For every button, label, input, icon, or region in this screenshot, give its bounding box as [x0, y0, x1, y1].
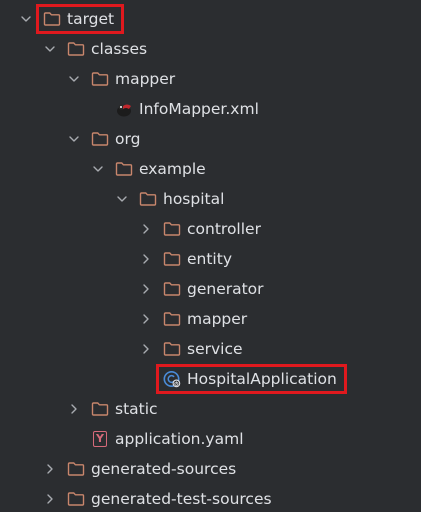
tree-row-example[interactable]: example: [0, 154, 421, 184]
tree-row-target[interactable]: target: [0, 4, 421, 34]
tree-label: mapper: [187, 310, 248, 328]
tree-row-mapper-dir[interactable]: mapper: [0, 64, 421, 94]
tree-row-application-yaml[interactable]: Yapplication.yaml: [0, 424, 421, 454]
tree-row-static[interactable]: static: [0, 394, 421, 424]
tree-label: service: [187, 340, 243, 358]
folder-icon: [139, 190, 157, 208]
tree-label: hospital: [163, 190, 225, 208]
tree-label: mapper: [115, 70, 176, 88]
folder-icon: [91, 400, 109, 418]
tree-label: generator: [187, 280, 264, 298]
chevron-right-icon[interactable]: [44, 493, 56, 505]
tree-label: application.yaml: [115, 430, 244, 448]
tree-label: static: [115, 400, 158, 418]
chevron-right-icon[interactable]: [140, 343, 152, 355]
tree-row-generated-sources[interactable]: generated-sources: [0, 454, 421, 484]
folder-icon: [163, 280, 181, 298]
chevron-down-icon[interactable]: [116, 193, 128, 205]
chevron-right-icon[interactable]: [44, 463, 56, 475]
tree-row-mapper-pkg[interactable]: mapper: [0, 304, 421, 334]
folder-icon: [115, 160, 133, 178]
folder-icon: [91, 70, 109, 88]
chevron-down-icon[interactable]: [68, 73, 80, 85]
chevron-right-icon[interactable]: [140, 313, 152, 325]
yaml-glyph: Y: [93, 431, 107, 447]
folder-icon: [67, 40, 85, 58]
project-tree: target classes mapper InfoMapper.xml org exa…: [0, 0, 421, 512]
folder-icon: [163, 340, 181, 358]
folder-icon: [163, 250, 181, 268]
tree-label: entity: [187, 250, 232, 268]
tree-label: generated-sources: [91, 460, 237, 478]
chevron-right-icon[interactable]: [68, 403, 80, 415]
tree-label: target: [67, 10, 115, 28]
chevron-right-icon[interactable]: [140, 223, 152, 235]
tree-row-generated-test-sources[interactable]: generated-test-sources: [0, 484, 421, 512]
tree-label: HospitalApplication: [187, 370, 337, 388]
folder-icon: [163, 220, 181, 238]
folder-icon: [43, 10, 61, 28]
folder-icon: [163, 310, 181, 328]
tree-row-infomapper-xml[interactable]: InfoMapper.xml: [0, 94, 421, 124]
chevron-right-icon[interactable]: [140, 283, 152, 295]
tree-row-org[interactable]: org: [0, 124, 421, 154]
spring-boot-class-icon: [163, 370, 181, 388]
tree-row-hospital[interactable]: hospital: [0, 184, 421, 214]
chevron-right-icon[interactable]: [140, 253, 152, 265]
folder-icon: [67, 490, 85, 508]
tree-row-service[interactable]: service: [0, 334, 421, 364]
folder-icon: [67, 460, 85, 478]
tree-row-entity[interactable]: entity: [0, 244, 421, 274]
tree-row-generator[interactable]: generator: [0, 274, 421, 304]
tree-row-classes[interactable]: classes: [0, 34, 421, 64]
tree-label: example: [139, 160, 206, 178]
tree-row-controller[interactable]: controller: [0, 214, 421, 244]
tree-label: controller: [187, 220, 261, 238]
tree-label: InfoMapper.xml: [139, 100, 259, 118]
chevron-down-icon[interactable]: [20, 13, 32, 25]
chevron-down-icon[interactable]: [92, 163, 104, 175]
tree-label: classes: [91, 40, 148, 58]
folder-icon: [91, 130, 109, 148]
chevron-down-icon[interactable]: [68, 133, 80, 145]
tree-label: generated-test-sources: [91, 490, 272, 508]
tree-row-hospital-application[interactable]: HospitalApplication: [0, 364, 421, 394]
yaml-icon: Y: [91, 430, 109, 448]
chevron-down-icon[interactable]: [44, 43, 56, 55]
mybatis-xml-icon: [115, 100, 133, 118]
tree-label: org: [115, 130, 141, 148]
